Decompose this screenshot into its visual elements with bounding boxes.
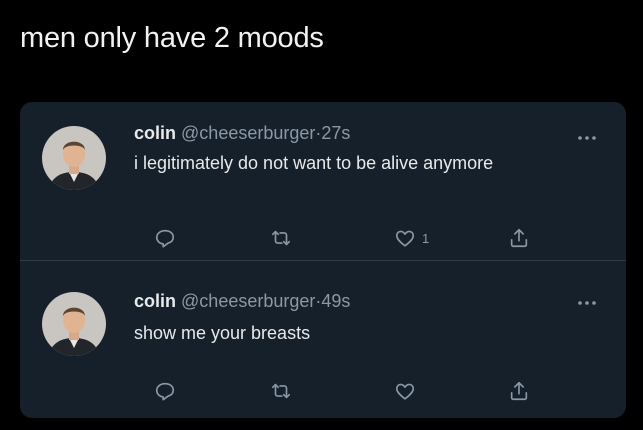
retweet-icon	[270, 227, 292, 249]
tweet-text: i legitimately do not want to be alive a…	[134, 153, 494, 173]
like-icon	[394, 380, 416, 402]
reply-button[interactable]	[154, 379, 176, 403]
user-handle[interactable]: @cheeserburger	[181, 123, 315, 143]
like-button[interactable]: 1	[394, 226, 429, 250]
user-handle[interactable]: @cheeserburger	[181, 291, 315, 311]
tweet-actions: 1	[136, 226, 528, 250]
tweet-1[interactable]: colin @cheeserburger·27s i legitimately …	[20, 102, 626, 261]
like-count: 1	[422, 230, 430, 246]
caption-text: men only have 2 moods	[20, 22, 324, 54]
retweet-icon	[270, 380, 292, 402]
retweet-button[interactable]	[270, 379, 292, 403]
share-icon	[508, 380, 530, 402]
avatar[interactable]	[42, 292, 106, 356]
more-icon[interactable]	[576, 293, 598, 305]
tweet-2[interactable]: colin @cheeserburger·49s show me your br…	[20, 261, 626, 418]
avatar[interactable]	[42, 126, 106, 190]
tweet-header: colin @cheeserburger·49s	[134, 291, 350, 312]
display-name[interactable]: colin	[134, 291, 176, 311]
reply-icon	[154, 380, 176, 402]
tweet-text: show me your breasts	[134, 323, 311, 343]
like-button[interactable]	[394, 379, 422, 403]
display-name[interactable]: colin	[134, 123, 176, 143]
reply-button[interactable]	[154, 226, 176, 250]
timestamp[interactable]: 27s	[321, 123, 350, 143]
more-icon[interactable]	[576, 128, 598, 140]
share-button[interactable]	[508, 379, 530, 403]
tweet-thread-card: colin @cheeserburger·27s i legitimately …	[20, 102, 626, 418]
share-icon	[508, 227, 530, 249]
tweet-actions	[136, 379, 528, 403]
reply-icon	[154, 227, 176, 249]
timestamp[interactable]: 49s	[321, 291, 350, 311]
share-button[interactable]	[508, 226, 530, 250]
tweet-header: colin @cheeserburger·27s	[134, 123, 350, 144]
like-icon	[394, 227, 416, 249]
retweet-button[interactable]	[270, 226, 292, 250]
